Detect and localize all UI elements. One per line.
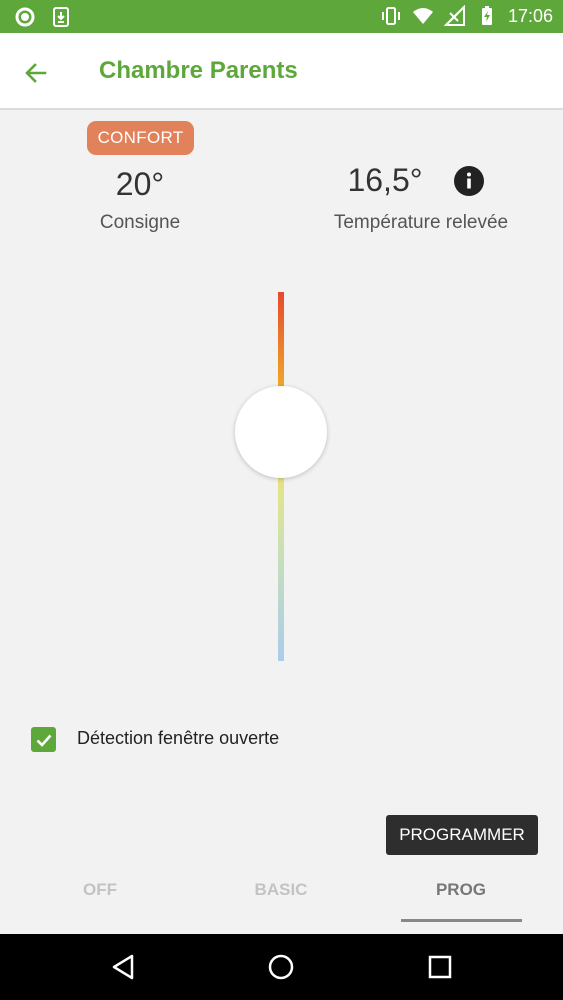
setpoint-value: 20° [115,166,165,202]
download-notification-icon [53,7,69,27]
page-title: Chambre Parents [99,57,298,84]
measured-temperature-label: Température relevée [333,212,509,233]
check-icon [36,734,51,747]
wifi-icon [412,8,433,24]
info-button[interactable] [454,166,484,196]
navigation-bar [0,934,563,1000]
nav-back-icon [112,954,134,980]
nav-back-button[interactable] [108,951,140,983]
setpoint-label: Consigne [99,212,181,233]
back-button[interactable] [16,53,56,93]
nav-home-icon [268,954,294,980]
window-detection-checkbox[interactable] [31,727,56,752]
status-bar: 17:06 [0,0,563,33]
nav-recents-icon [428,955,452,979]
nav-recents-button[interactable] [424,951,456,983]
measured-temperature-value: 16,5° [347,162,423,198]
vibrate-icon [381,7,400,25]
app-bar: Chambre Parents [0,33,563,110]
no-signal-icon [443,5,465,26]
tab-prog[interactable]: PROG [401,880,521,900]
arrow-left-icon [25,63,47,83]
tab-off[interactable]: OFF [40,880,160,900]
battery-charging-icon [481,6,492,25]
tab-basic[interactable]: BASIC [221,880,341,900]
mode-tabs: OFF BASIC PROG [0,862,563,934]
status-time: 17:06 [507,5,553,26]
mode-badge: CONFORT [87,121,194,155]
temperature-slider-thumb[interactable] [235,386,327,479]
programmer-button[interactable]: PROGRAMMER [386,815,538,855]
nav-home-button[interactable] [265,951,297,983]
circle-notification-icon [15,7,35,27]
active-tab-indicator [401,919,522,922]
window-detection-label[interactable]: Détection fenêtre ouverte [77,728,279,749]
info-icon [454,166,484,196]
